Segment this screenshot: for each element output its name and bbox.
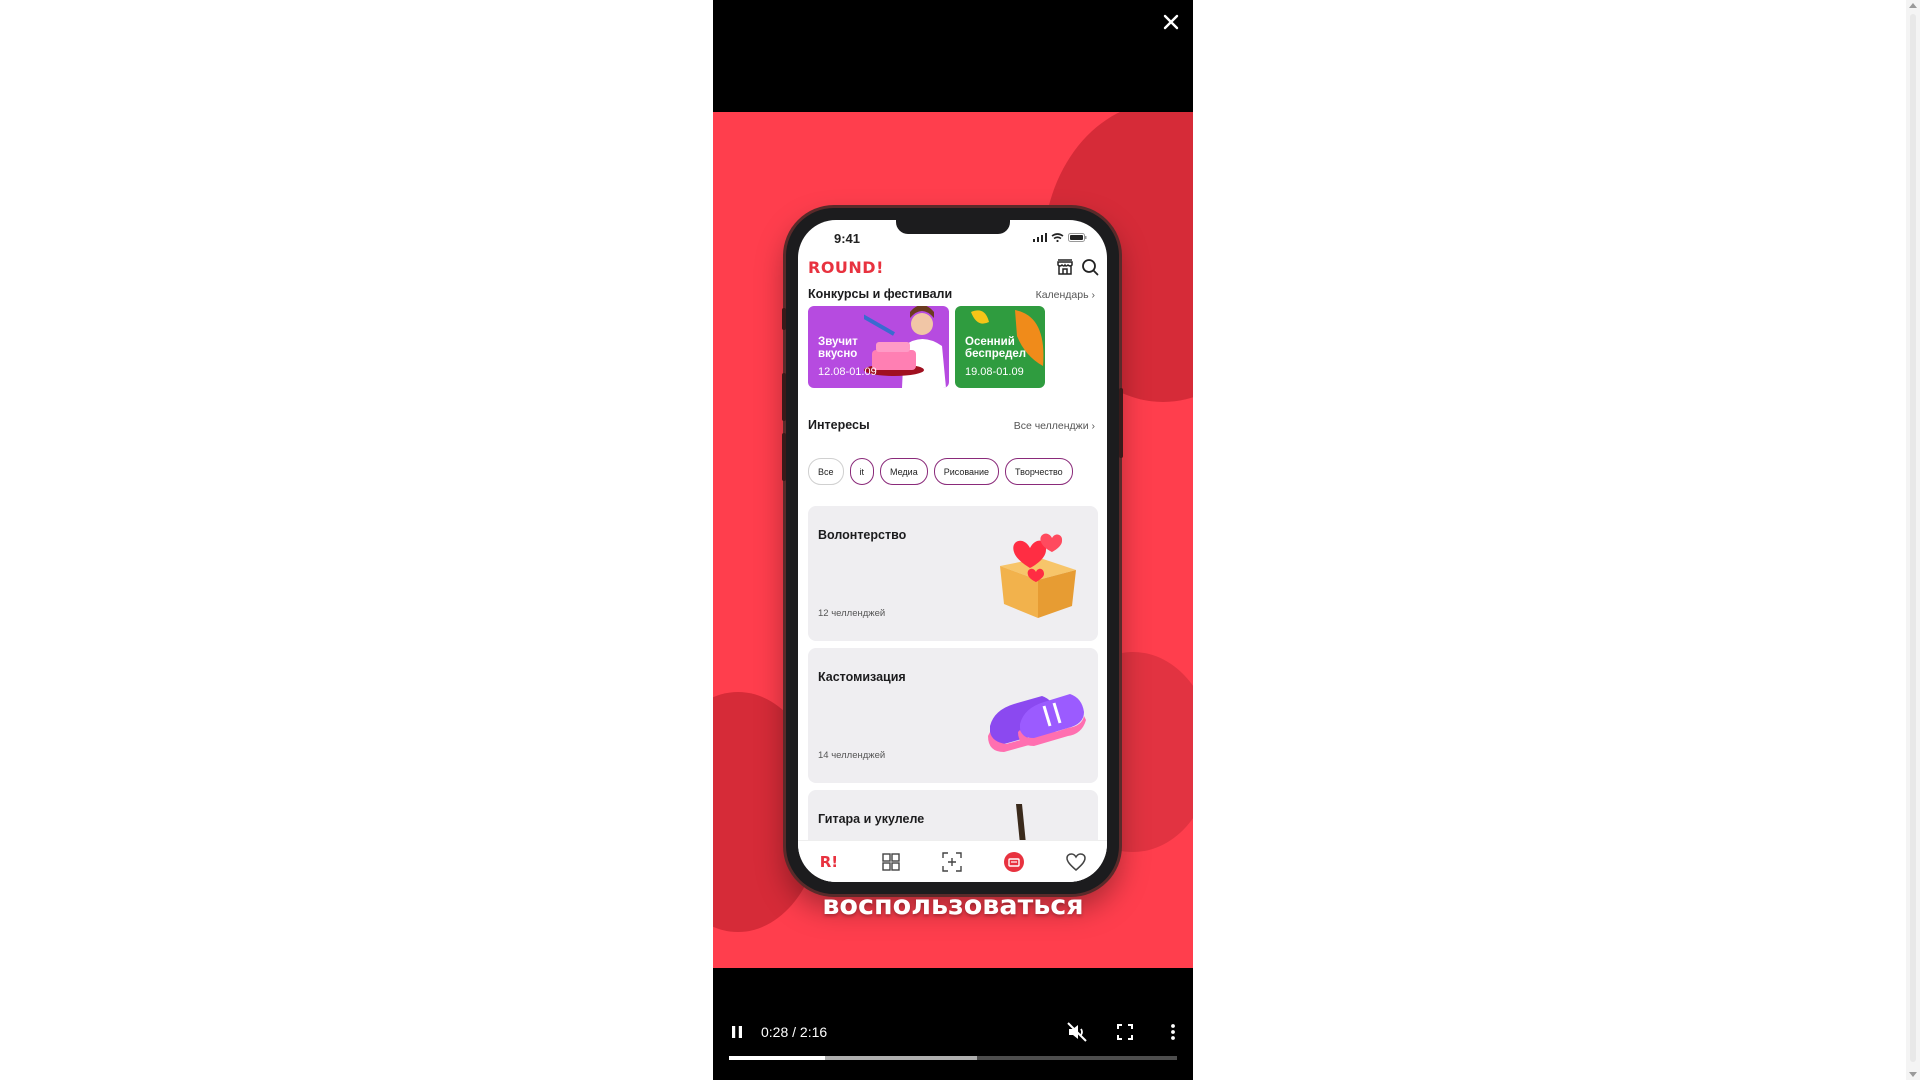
scroll-down-arrow-icon[interactable] [1909, 1072, 1917, 1077]
guitar-neck-icon [1016, 804, 1026, 844]
video-player: 9:41 ROUND! Конкурсы и фестивали Календа… [713, 0, 1193, 1080]
heart-favorites-icon[interactable] [1063, 849, 1089, 875]
phone-notch [896, 220, 1010, 234]
calendar-link[interactable]: Календарь › [1036, 289, 1095, 301]
phone-side-button [782, 308, 786, 330]
video-frame[interactable]: 9:41 ROUND! Конкурсы и фестивали Календа… [713, 112, 1193, 968]
calendar-link-label: Календарь [1035, 289, 1089, 301]
chip-it[interactable]: it [849, 458, 875, 485]
page-scrollbar[interactable] [1906, 0, 1920, 1080]
chip-all[interactable]: Все [808, 458, 844, 485]
search-icon[interactable] [1081, 258, 1099, 276]
fullscreen-icon[interactable] [1113, 1020, 1137, 1044]
interest-chips: Все it Медиа Рисование Творчество [808, 458, 1073, 485]
card-title: Кастомизация [818, 670, 906, 684]
more-options-icon[interactable] [1161, 1020, 1185, 1044]
phone-mockup: 9:41 ROUND! Конкурсы и фестивали Календа… [782, 208, 1123, 894]
contest-card-1[interactable]: Осенний беспредел 19.08-01.09 [955, 306, 1045, 388]
category-card-customization[interactable]: Кастомизация 14 челленджей [808, 648, 1098, 783]
store-icon[interactable] [1056, 258, 1074, 276]
chip-creativity[interactable]: Творчество [1005, 458, 1073, 485]
chip-media[interactable]: Медиа [880, 458, 928, 485]
player-controls: 0:28 / 2:16 [713, 1012, 1193, 1052]
card-count: 12 челленджей [818, 608, 886, 619]
contest-title: Осенний беспредел [965, 336, 1027, 360]
chip-drawing[interactable]: Рисование [933, 458, 1000, 485]
scrollbar-thumb[interactable] [1910, 14, 1916, 1062]
hearts-box-icon [1000, 533, 1076, 618]
contest-dates: 12.08-01.09 [818, 366, 877, 378]
home-tab-logo-icon[interactable]: R! [816, 849, 842, 875]
pause-icon[interactable] [725, 1020, 749, 1044]
scroll-up-arrow-icon[interactable] [1909, 3, 1917, 8]
interests-title: Интересы [808, 418, 870, 432]
all-challenges-label: Все челленджи [1013, 420, 1089, 432]
sneakers-icon [988, 694, 1086, 752]
playback-time: 0:28 / 2:16 [761, 1024, 828, 1040]
muted-volume-icon[interactable] [1065, 1020, 1089, 1044]
wifi-icon [1051, 233, 1064, 242]
contests-title: Конкурсы и фестивали [808, 287, 953, 301]
phone-side-button [782, 433, 786, 481]
phone-side-button [782, 373, 786, 421]
chevron-right-icon: › [1091, 289, 1096, 301]
contest-card-0[interactable]: Звучит вкусно 12.08-01.09 [808, 306, 949, 388]
progress-played [729, 1056, 825, 1060]
contest-dates: 19.08-01.09 [965, 366, 1024, 378]
chevron-right-icon: › [1091, 420, 1096, 432]
all-challenges-link[interactable]: Все челленджи › [1014, 420, 1095, 432]
scan-plus-icon[interactable] [939, 849, 965, 875]
card-count: 14 челленджей [818, 750, 886, 761]
status-time: 9:41 [834, 231, 861, 246]
video-subtitle: воспользоваться [822, 890, 1084, 921]
progress-bar[interactable] [729, 1056, 1177, 1060]
bottom-tab-bar: R! [798, 840, 1107, 882]
contest-title: Звучит вкусно [818, 336, 858, 360]
status-icons [1033, 233, 1087, 242]
card-title: Гитара и укулеле [818, 812, 925, 826]
category-card-volunteering[interactable]: Волонтерство 12 челленджей [808, 506, 1098, 641]
battery-icon [1068, 233, 1087, 242]
signal-icon [1033, 233, 1047, 242]
close-icon[interactable] [1159, 10, 1183, 34]
challenges-tab-icon[interactable] [1001, 849, 1027, 875]
card-title: Волонтерство [818, 528, 907, 542]
phone-screen: 9:41 ROUND! Конкурсы и фестивали Календа… [798, 220, 1107, 882]
app-logo: ROUND! [808, 258, 884, 277]
catalog-grid-icon[interactable] [878, 849, 904, 875]
phone-side-button [1119, 388, 1123, 458]
